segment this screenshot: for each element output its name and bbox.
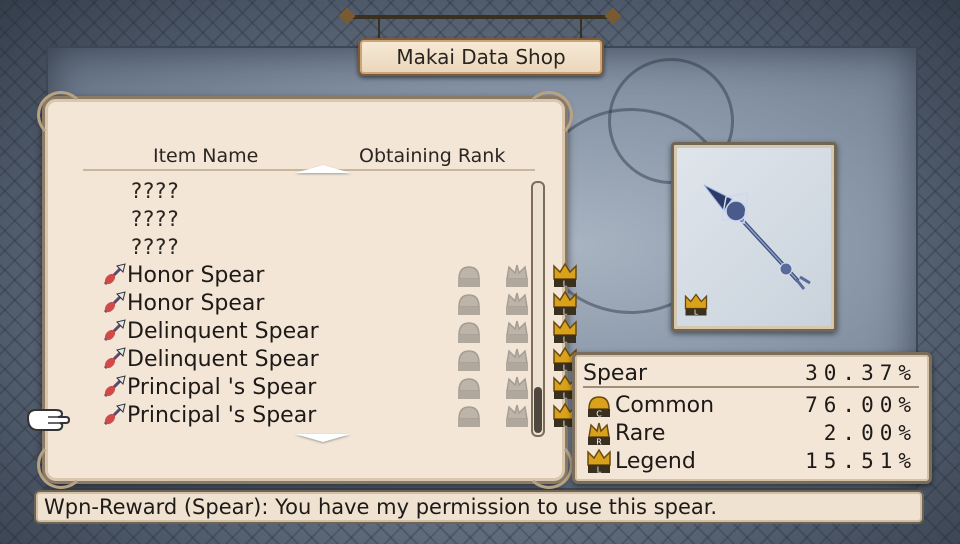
svg-text:C: C bbox=[596, 410, 602, 419]
stat-label-text: Common bbox=[615, 392, 715, 418]
ornament-corner bbox=[37, 441, 85, 489]
rank-icons: L bbox=[453, 401, 581, 429]
message-bar: Wpn-Reward (Spear): You have my permissi… bbox=[34, 490, 924, 524]
stat-category-label: Spear bbox=[583, 360, 647, 386]
svg-text:L: L bbox=[563, 308, 568, 317]
page-title: Makai Data Shop bbox=[358, 38, 604, 76]
spear-icon bbox=[101, 374, 127, 400]
list-item[interactable]: Honor Spear L bbox=[101, 261, 577, 289]
spear-icon bbox=[101, 402, 127, 428]
rank-icons: L bbox=[453, 345, 581, 373]
legend-rank-icon: L bbox=[549, 261, 581, 289]
list-item[interactable]: ???? bbox=[101, 205, 531, 233]
common-rank-locked bbox=[453, 289, 485, 317]
spear-icon bbox=[101, 290, 127, 316]
svg-text:R: R bbox=[596, 438, 602, 447]
stat-label: R Rare bbox=[583, 419, 824, 447]
list-item[interactable]: Honor Spear L bbox=[101, 289, 577, 317]
column-header-obtaining-rank: Obtaining Rank bbox=[359, 145, 506, 167]
ornament-corner bbox=[525, 441, 573, 489]
list-item[interactable]: ???? bbox=[101, 177, 531, 205]
spear-icon bbox=[101, 262, 127, 288]
svg-text:L: L bbox=[597, 466, 602, 475]
common-rank-locked bbox=[453, 401, 485, 429]
common-rank-icon: C bbox=[583, 391, 611, 419]
item-name: ???? bbox=[131, 179, 180, 203]
svg-text:L: L bbox=[563, 392, 568, 401]
item-name: ???? bbox=[131, 207, 180, 231]
rare-rank-icon: R bbox=[583, 419, 611, 447]
common-rank-locked bbox=[453, 317, 485, 345]
stat-row-legend: L Legend 15.51% bbox=[583, 447, 917, 475]
ornament-corner bbox=[525, 91, 573, 139]
legend-rank-icon: L bbox=[549, 289, 581, 317]
legend-rank-icon: L bbox=[549, 317, 581, 345]
rank-icons: L bbox=[453, 261, 581, 289]
item-name: Delinquent Spear bbox=[127, 346, 319, 372]
item-name: Principal 's Spear bbox=[127, 402, 317, 428]
item-preview-panel: L bbox=[671, 142, 837, 332]
stat-value: 2.00% bbox=[823, 421, 917, 445]
svg-text:L: L bbox=[563, 280, 568, 289]
scroll-down-arrow-icon[interactable] bbox=[295, 434, 351, 442]
spear-icon bbox=[101, 318, 127, 344]
item-name: ???? bbox=[131, 235, 180, 259]
common-rank-locked bbox=[453, 261, 485, 289]
list-item[interactable]: Principal 's Spear L bbox=[101, 373, 577, 401]
rank-icons: L bbox=[453, 289, 581, 317]
legend-rank-icon: L bbox=[684, 293, 708, 317]
column-header-item-name: Item Name bbox=[153, 145, 259, 167]
rare-rank-locked bbox=[501, 317, 533, 345]
rare-rank-locked bbox=[501, 373, 533, 401]
rank-icons: L bbox=[453, 373, 581, 401]
svg-text:L: L bbox=[563, 364, 568, 373]
item-list-panel: Item Name Obtaining Rank ???????????? Hon… bbox=[37, 91, 577, 489]
spear-icon bbox=[101, 346, 127, 372]
list-item[interactable]: Delinquent Spear L bbox=[101, 317, 577, 345]
legend-rank-icon: L bbox=[583, 447, 611, 475]
item-name: Honor Spear bbox=[127, 290, 265, 316]
ornament-corner bbox=[37, 91, 85, 139]
list-item[interactable]: Principal 's Spear L bbox=[101, 401, 577, 429]
stat-label-text: Legend bbox=[615, 448, 696, 474]
stat-row-category: Spear 30.37% bbox=[583, 359, 917, 387]
stat-row-common: C Common 76.00% bbox=[583, 391, 917, 419]
svg-text:L: L bbox=[563, 336, 568, 345]
stat-label: L Legend bbox=[583, 447, 805, 475]
rare-rank-locked bbox=[501, 289, 533, 317]
list-item[interactable]: ???? bbox=[101, 233, 531, 261]
item-name: Principal 's Spear bbox=[127, 374, 317, 400]
drop-rate-stats-panel: Spear 30.37% C Common 76.00% R Rare 2.00% L Leg… bbox=[572, 352, 932, 484]
scroll-up-arrow-icon[interactable] bbox=[295, 165, 351, 173]
common-rank-locked bbox=[453, 345, 485, 373]
common-rank-locked bbox=[453, 373, 485, 401]
stat-label: C Common bbox=[583, 391, 805, 419]
stat-row-rare: R Rare 2.00% bbox=[583, 419, 917, 447]
rare-rank-locked bbox=[501, 345, 533, 373]
item-name: Delinquent Spear bbox=[127, 318, 319, 344]
stat-value: 15.51% bbox=[805, 449, 917, 473]
stats-divider bbox=[583, 386, 919, 388]
rank-icons: L bbox=[453, 317, 581, 345]
svg-text:L: L bbox=[563, 420, 568, 429]
svg-text:L: L bbox=[694, 309, 698, 317]
pointer-hand-icon bbox=[26, 409, 70, 431]
rare-rank-locked bbox=[501, 401, 533, 429]
stat-category-value: 30.37% bbox=[805, 361, 917, 385]
title-hanger-bar bbox=[345, 15, 615, 19]
rare-rank-locked bbox=[501, 261, 533, 289]
stat-label-text: Rare bbox=[615, 420, 666, 446]
item-name: Honor Spear bbox=[127, 262, 265, 288]
stat-value: 76.00% bbox=[805, 393, 917, 417]
list-item[interactable]: Delinquent Spear L bbox=[101, 345, 577, 373]
